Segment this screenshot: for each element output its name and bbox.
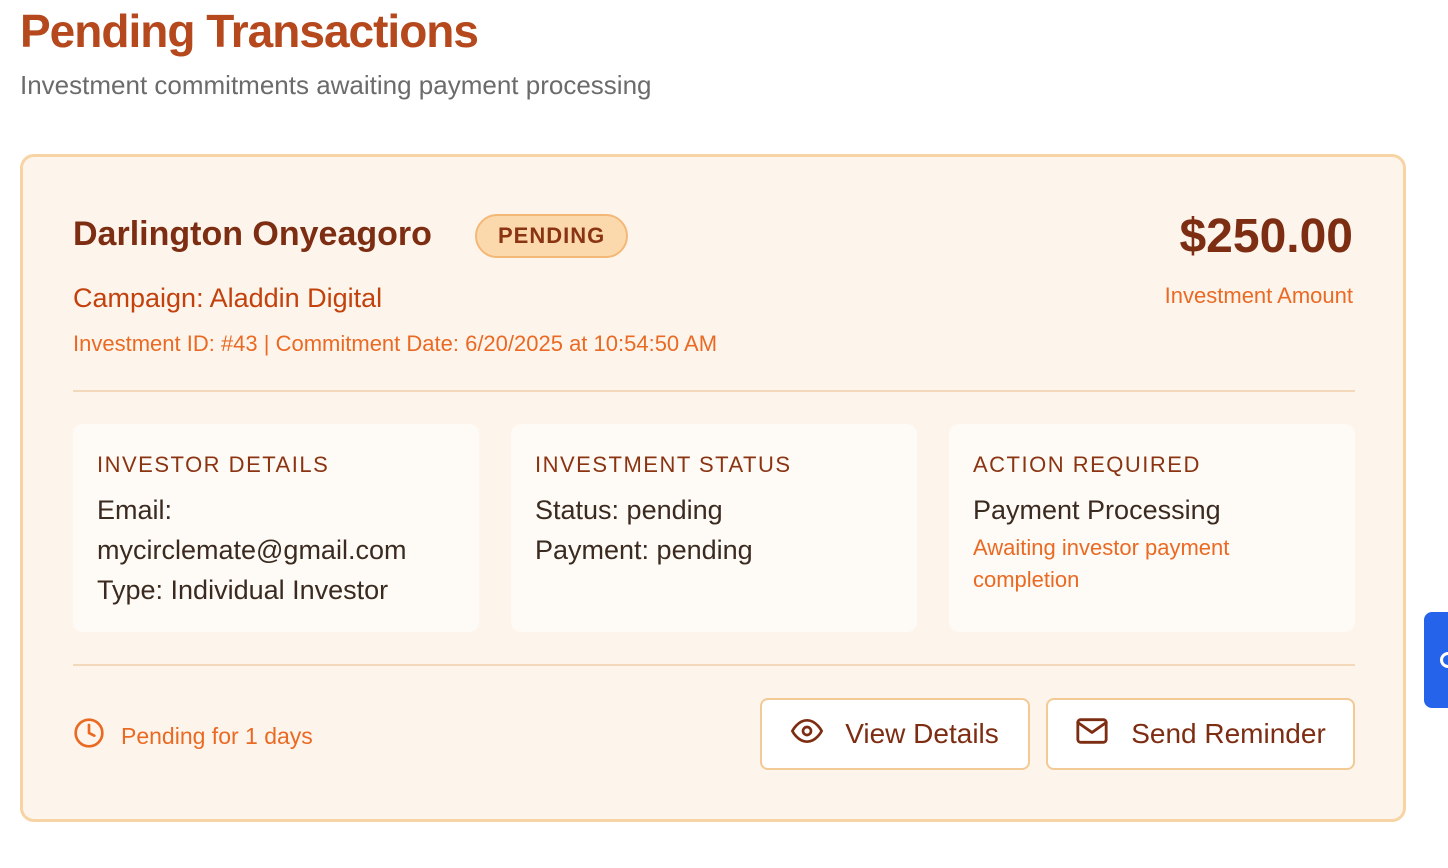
- send-reminder-button[interactable]: Send Reminder: [1046, 698, 1355, 770]
- email-label: Email:: [97, 495, 173, 525]
- panel-heading: INVESTOR DETAILS: [97, 452, 330, 477]
- view-details-button[interactable]: View Details: [760, 698, 1030, 770]
- panel-heading: ACTION REQUIRED: [973, 452, 1201, 477]
- status-line: Status: pending: [535, 495, 723, 525]
- side-help-tab[interactable]: [1424, 612, 1448, 708]
- action-title: Payment Processing: [973, 495, 1221, 525]
- send-reminder-label: Send Reminder: [1131, 718, 1326, 749]
- page-title: Pending Transactions: [20, 5, 479, 57]
- investment-amount-label: Investment Amount: [1164, 283, 1353, 308]
- pending-duration-label: Pending for 1 days: [121, 722, 313, 749]
- page-subtitle: Investment commitments awaiting payment …: [20, 70, 652, 100]
- status-badge: PENDING: [475, 214, 629, 258]
- divider: [73, 390, 1355, 392]
- clock-icon: [73, 717, 105, 755]
- action-note: Awaiting investor payment completion: [973, 535, 1230, 592]
- eye-icon: [791, 715, 824, 754]
- investment-meta: Investment ID: #43 | Commitment Date: 6/…: [73, 331, 718, 356]
- investment-status-panel: INVESTMENT STATUS Status: pending Paymen…: [511, 424, 917, 632]
- investor-type: Type: Individual Investor: [97, 575, 389, 605]
- investor-email: mycirclemate@gmail.com: [97, 535, 407, 565]
- pending-transactions-page: Pending Transactions Investment commitme…: [0, 0, 1448, 868]
- view-details-label: View Details: [845, 718, 999, 749]
- mail-icon: [1075, 714, 1109, 755]
- divider: [73, 664, 1355, 666]
- transaction-card: Darlington Onyeagoro PENDING Campaign: A…: [20, 154, 1406, 822]
- action-required-panel: ACTION REQUIRED Payment Processing Await…: [949, 424, 1355, 632]
- investment-amount: $250.00: [1179, 210, 1353, 263]
- pending-duration: Pending for 1 days: [73, 717, 313, 755]
- investor-name: Darlington Onyeagoro: [73, 215, 432, 253]
- help-icon: [1440, 652, 1448, 668]
- campaign-name: Campaign: Aladdin Digital: [73, 283, 383, 313]
- panel-heading: INVESTMENT STATUS: [535, 452, 792, 477]
- investor-details-panel: INVESTOR DETAILS Email: mycirclemate@gma…: [73, 424, 479, 632]
- payment-line: Payment: pending: [535, 535, 753, 565]
